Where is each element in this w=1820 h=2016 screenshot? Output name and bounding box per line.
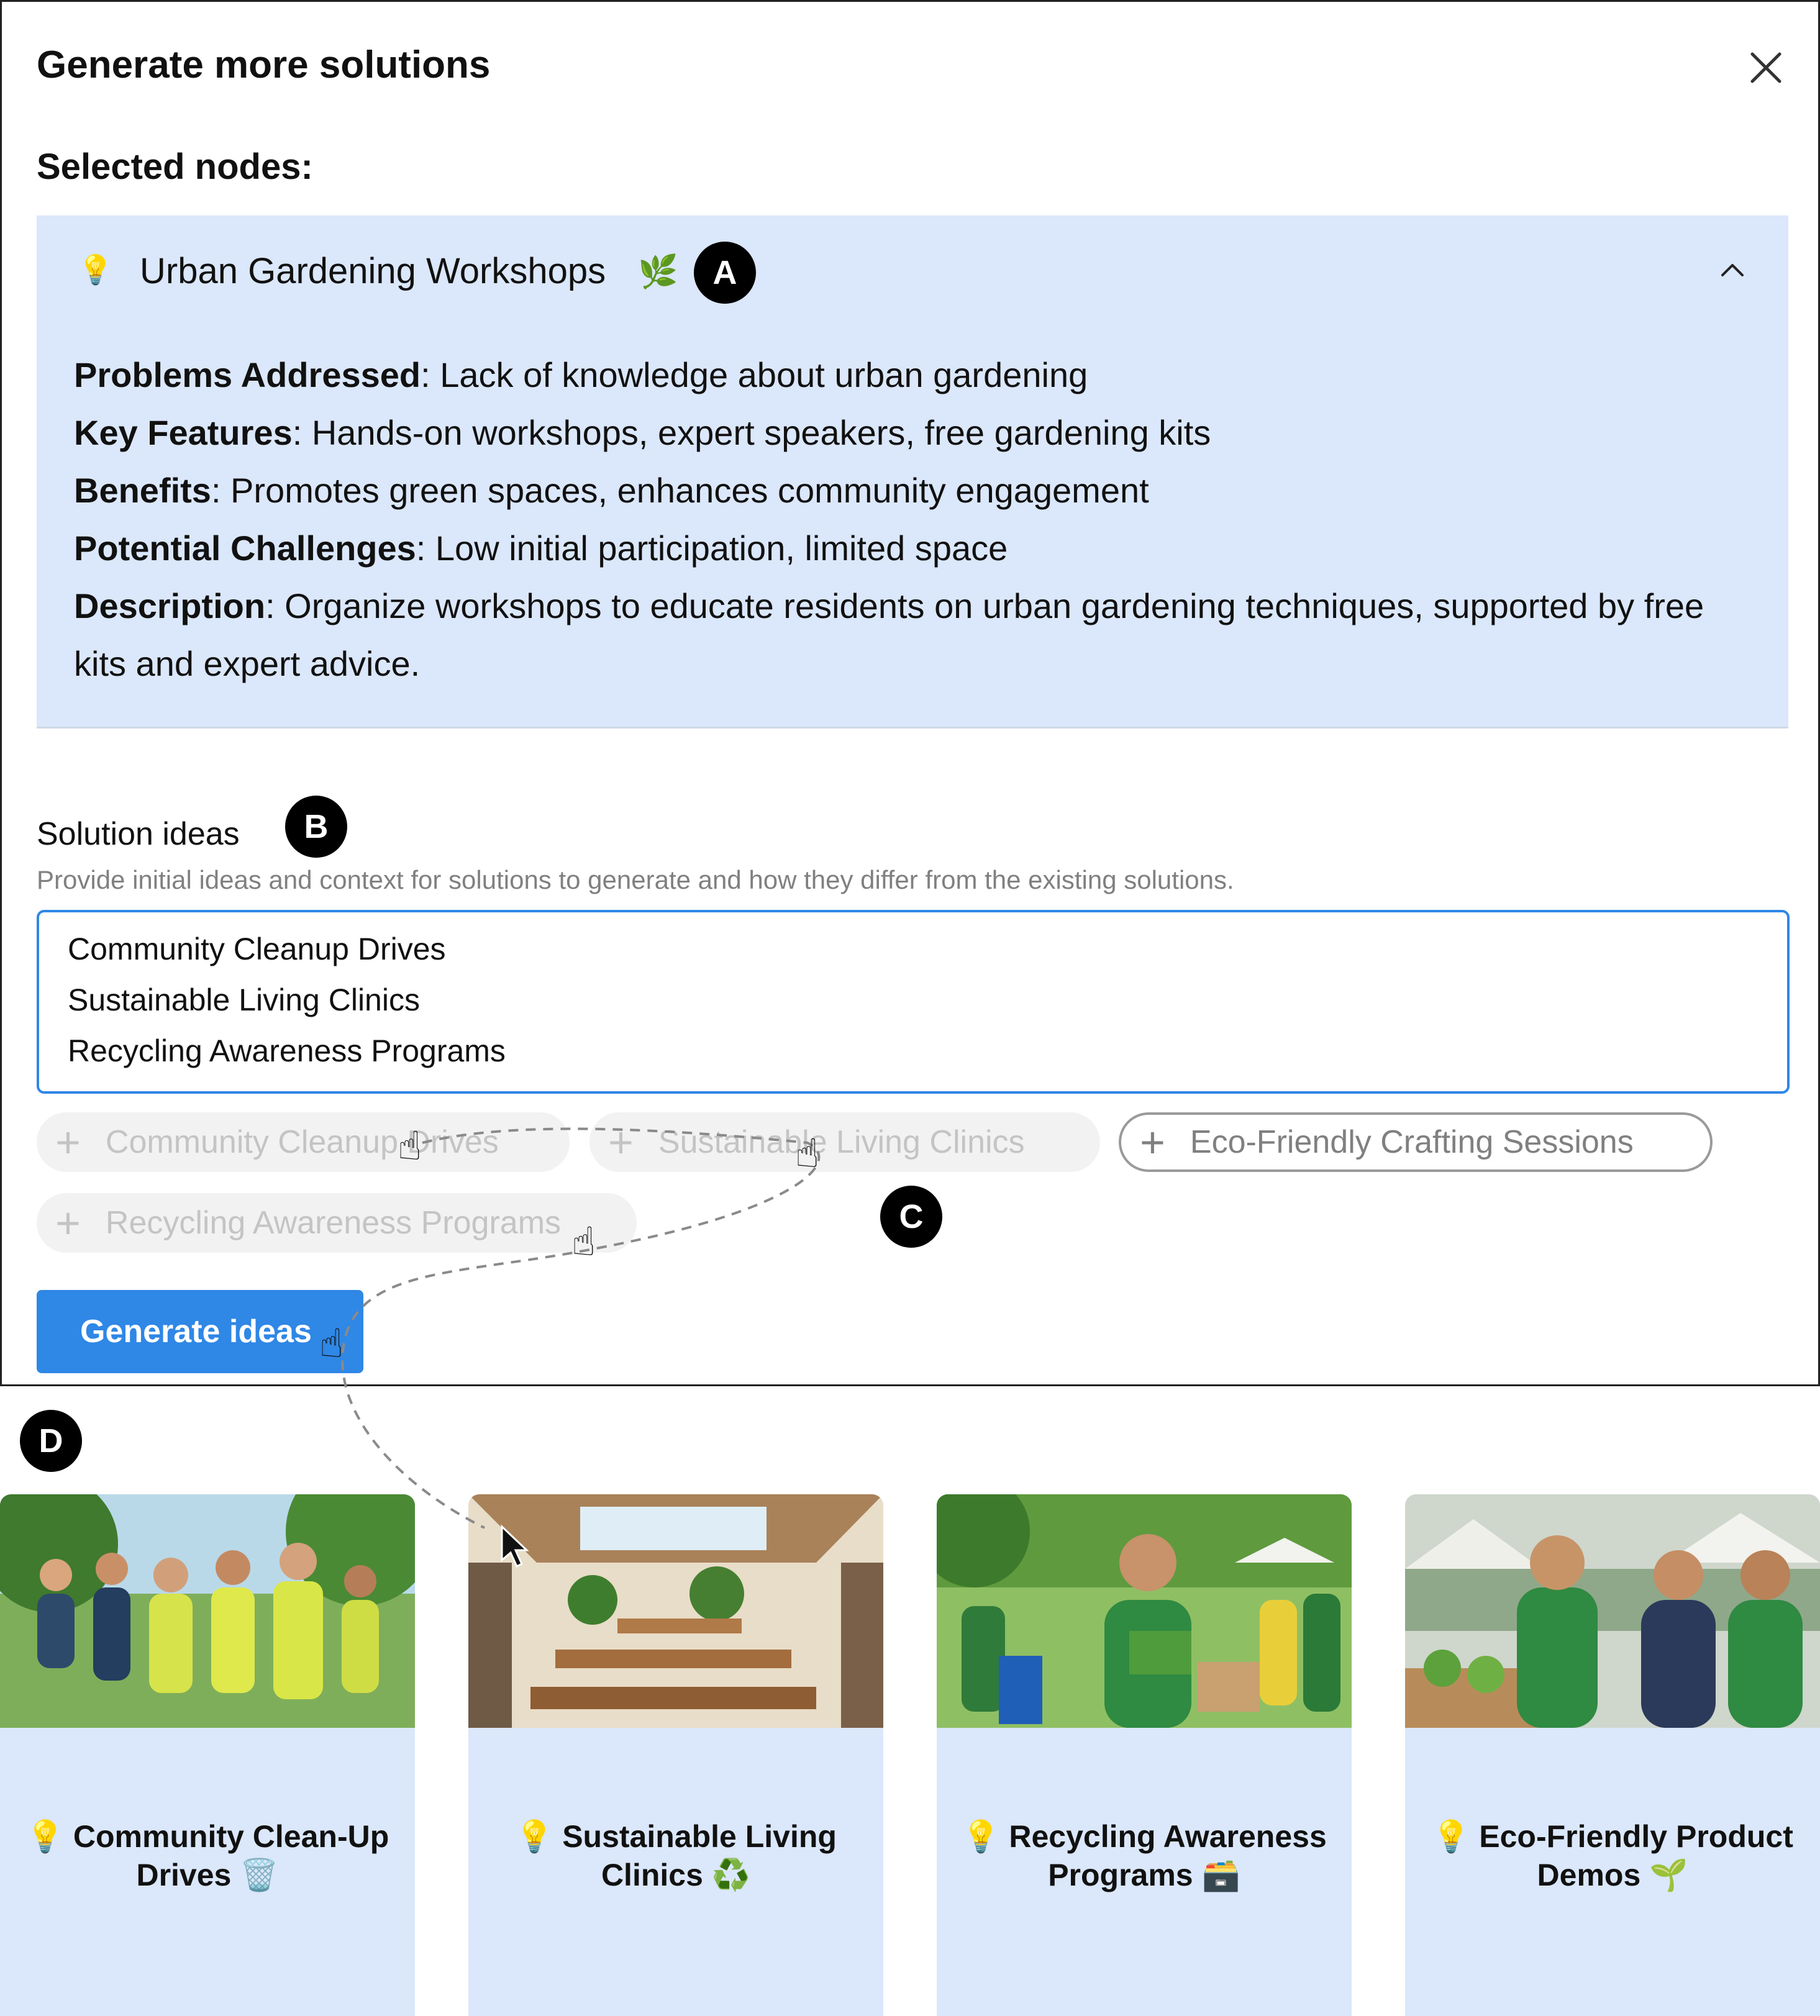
card-title: 💡 Sustainable Living Clinics ♻️: [515, 1819, 837, 1892]
node-field: Key Features: Hands-on workshops, expert…: [74, 413, 1211, 452]
selected-node-card: 💡 Urban Gardening Workshops 🌿 A Problems…: [37, 216, 1788, 729]
close-icon[interactable]: [1747, 49, 1785, 86]
card-title: 💡 Community Clean-Up Drives 🗑️: [25, 1819, 389, 1892]
node-title: Urban Gardening Workshops: [140, 251, 606, 291]
solution-ideas-label: Solution ideas: [37, 816, 240, 852]
hand-cursor-icon: ☝: [795, 1131, 819, 1176]
node-field: Potential Challenges: Low initial partic…: [74, 529, 1008, 568]
solution-ideas-help: Provide initial ideas and context for so…: [37, 865, 1234, 894]
plus-icon: +: [608, 1118, 634, 1166]
market-stall-image: [1405, 1494, 1820, 1728]
suggestion-chip-eco-friendly-crafting[interactable]: + Eco-Friendly Crafting Sessions: [1119, 1112, 1713, 1172]
node-field: Description: Organize workshops to educa…: [74, 586, 1704, 683]
plus-icon: +: [1140, 1118, 1165, 1166]
volunteers-in-park-image: [0, 1494, 415, 1728]
node-field: Problems Addressed: Lack of knowledge ab…: [74, 355, 1088, 394]
dialog-title: Generate more solutions: [37, 43, 491, 86]
chevron-up-icon[interactable]: [1719, 260, 1746, 279]
solution-card[interactable]: 💡 Community Clean-Up Drives 🗑️: [0, 1494, 415, 2016]
selected-nodes-label: Selected nodes:: [37, 147, 313, 187]
card-title: 💡 Eco-Friendly Product Demos 🌱: [1432, 1819, 1793, 1892]
arrow-cursor-icon: [501, 1524, 529, 1568]
annotation-badge-b: B: [285, 796, 347, 858]
solution-card[interactable]: 💡 Sustainable Living Clinics ♻️: [468, 1494, 883, 2016]
input-line: Community Cleanup Drives: [68, 932, 446, 966]
solution-ideas-input[interactable]: Community Cleanup Drives Sustainable Liv…: [37, 910, 1790, 1094]
suggestion-chip-sustainable-living[interactable]: + Sustainable Living Clinics: [589, 1112, 1100, 1172]
plus-icon: +: [55, 1199, 81, 1247]
card-title: 💡 Recycling Awareness Programs 🗃️: [962, 1819, 1327, 1892]
leaf-icon: 🌿: [638, 254, 678, 290]
generate-ideas-button[interactable]: Generate ideas: [37, 1290, 363, 1373]
lightbulb-icon: 💡: [78, 253, 114, 286]
suggestion-chip-recycling-awareness[interactable]: + Recycling Awareness Programs: [37, 1193, 637, 1253]
recycling-event-image: [937, 1494, 1352, 1728]
annotation-badge-d: D: [20, 1410, 82, 1472]
solution-card[interactable]: 💡 Recycling Awareness Programs 🗃️: [937, 1494, 1352, 2016]
suggestion-chip-community-cleanup[interactable]: + Community Cleanup Drives: [37, 1112, 570, 1172]
node-details: Problems Addressed: Lack of knowledge ab…: [74, 346, 1763, 692]
annotation-badge-a: A: [694, 242, 756, 304]
solution-card[interactable]: 💡 Eco-Friendly Product Demos 🌱: [1405, 1494, 1820, 2016]
hand-cursor-icon: ☝: [319, 1321, 344, 1366]
hand-cursor-icon: ☝: [571, 1219, 596, 1264]
input-line: Recycling Awareness Programs: [68, 1033, 506, 1068]
input-line: Sustainable Living Clinics: [68, 983, 420, 1017]
plus-icon: +: [55, 1118, 81, 1166]
hand-cursor-icon: ☝: [398, 1124, 422, 1168]
generate-solutions-dialog: Generate more solutions Selected nodes: …: [0, 0, 1820, 1386]
node-field: Benefits: Promotes green spaces, enhance…: [74, 471, 1149, 510]
community-hall-image: [468, 1494, 883, 1728]
annotation-badge-c: C: [880, 1186, 942, 1248]
